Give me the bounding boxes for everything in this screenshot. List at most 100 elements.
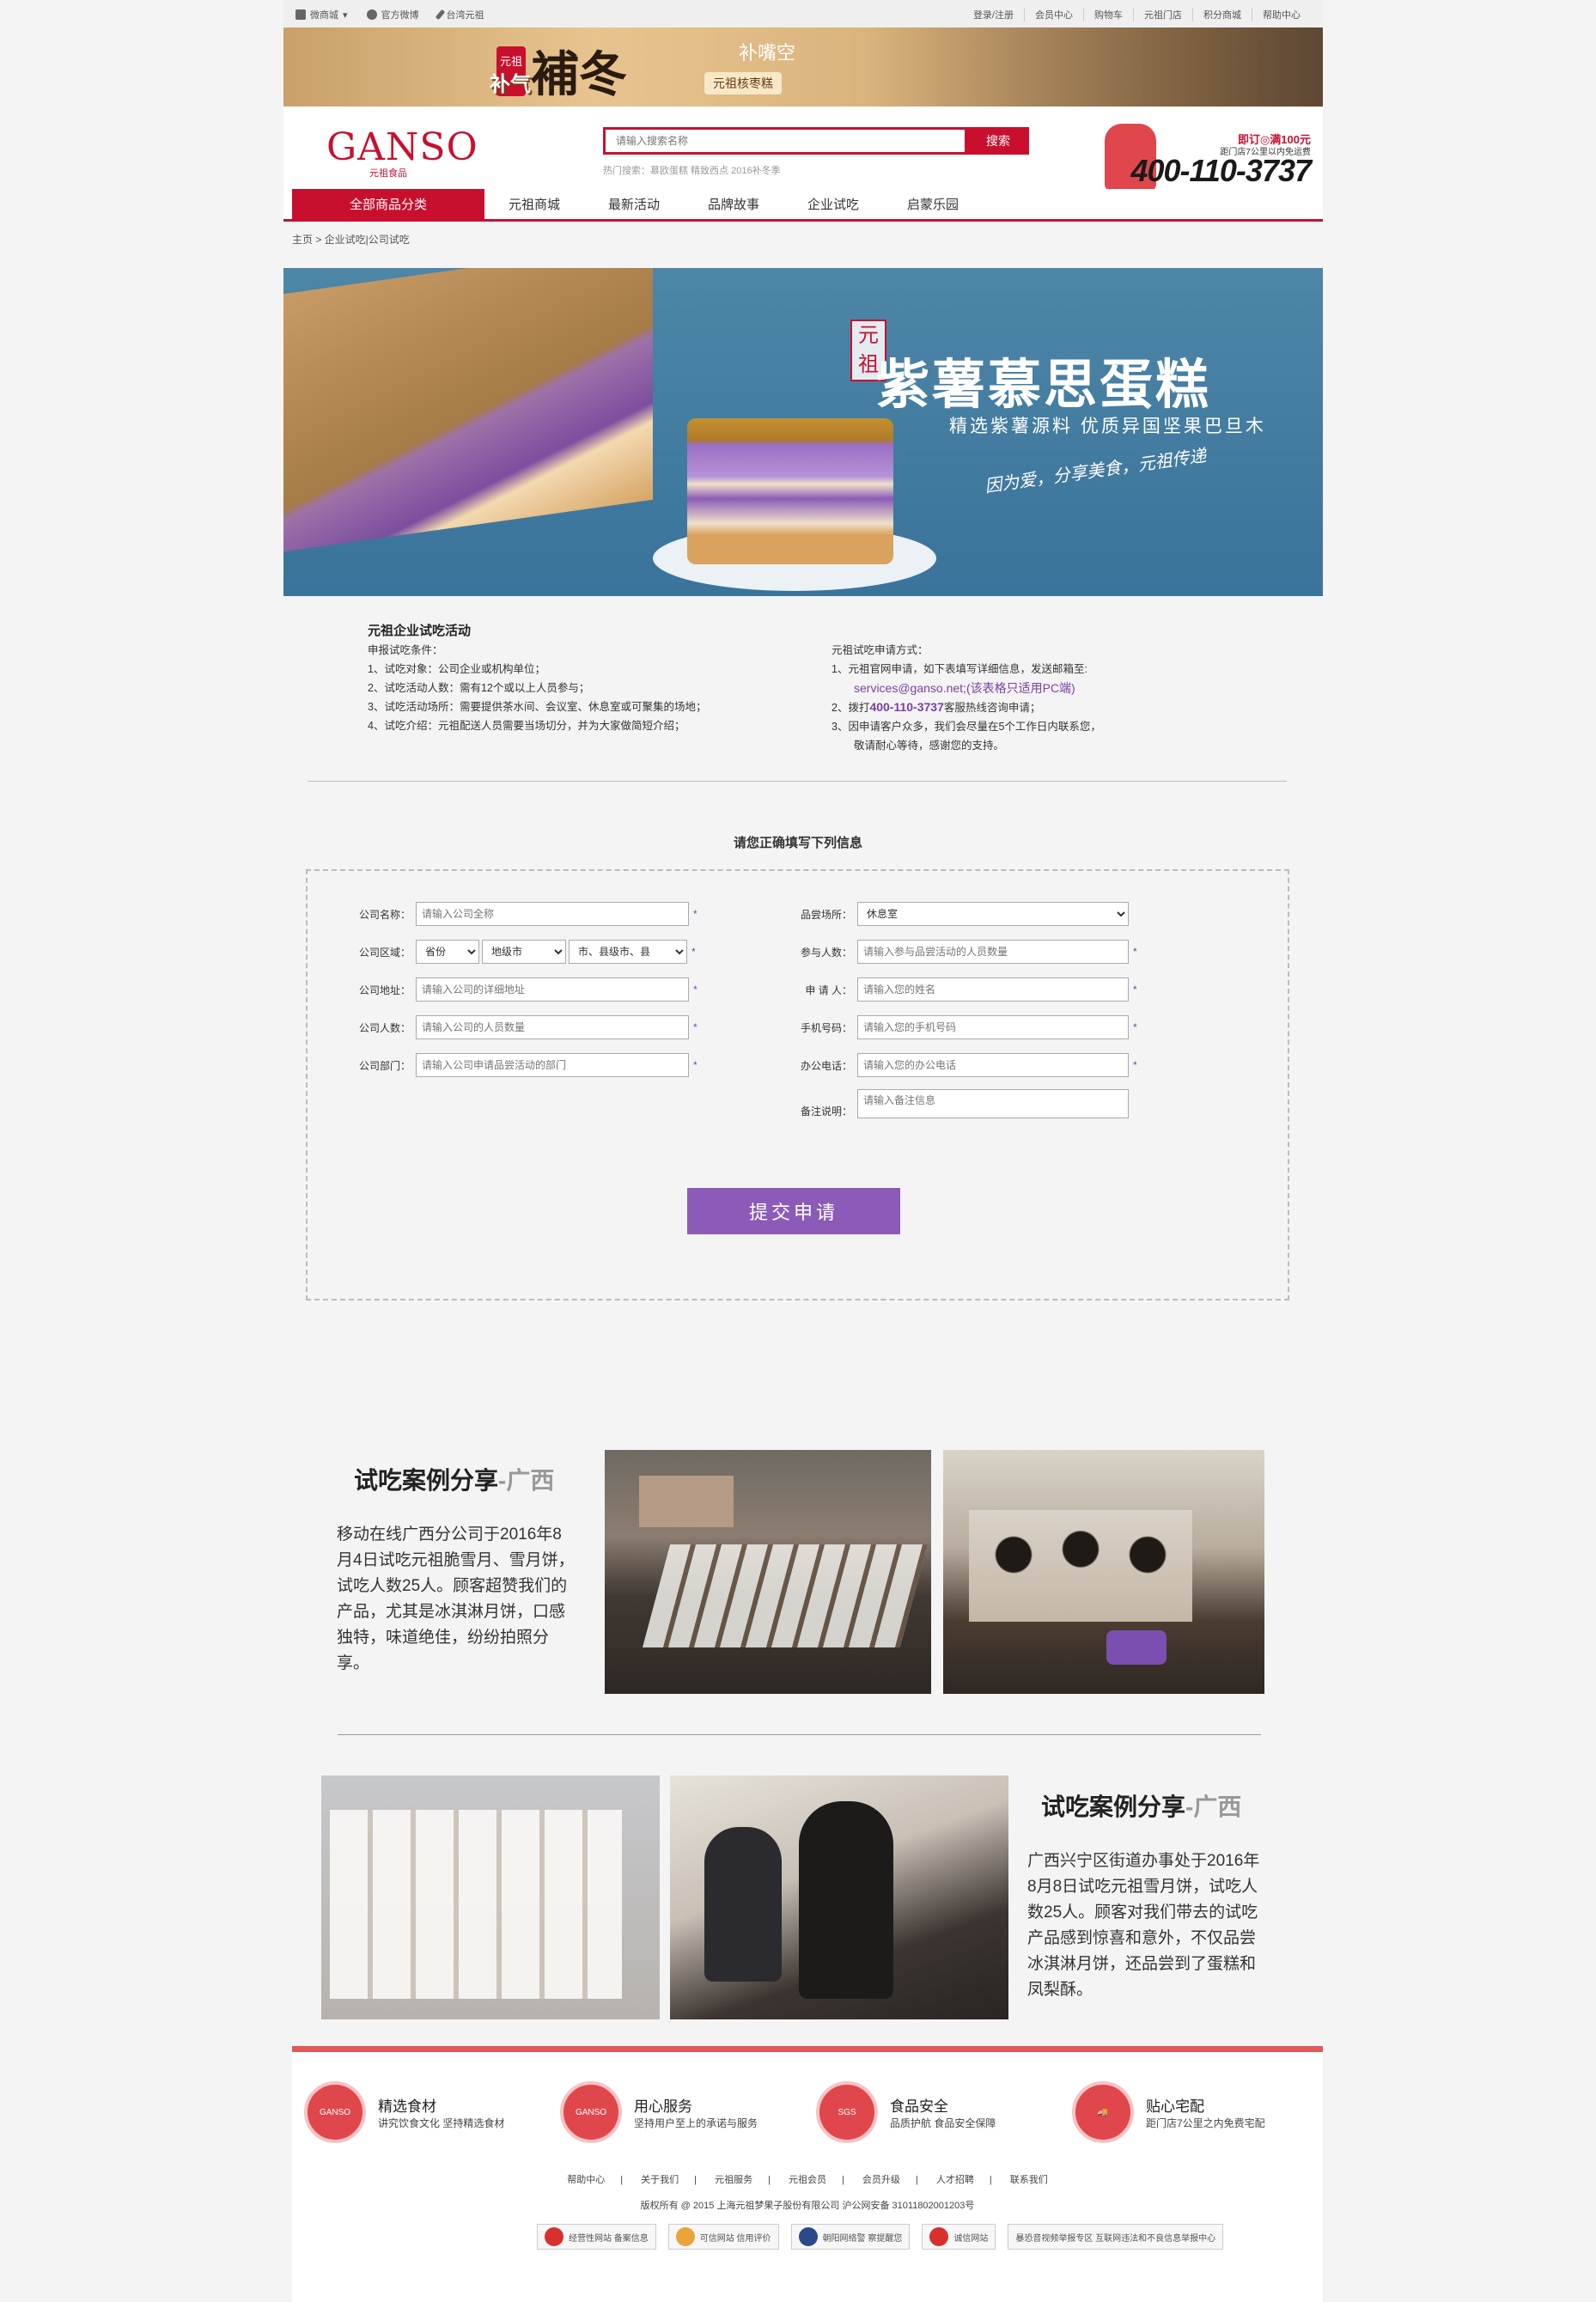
search-input[interactable] — [603, 127, 967, 155]
badge-report[interactable]: 暴恐音视频举报专区 互联网违法和不良信息举报中心 — [1008, 2224, 1224, 2250]
address-input[interactable] — [416, 977, 689, 1002]
ganso-logo[interactable]: GANSO 元祖食品 — [326, 125, 478, 180]
search-bar: 搜索 — [603, 127, 1029, 155]
link-cart[interactable]: 购物车 — [1083, 8, 1133, 21]
promo-tag: 元祖核枣糕 — [704, 72, 782, 94]
footer-link-member[interactable]: 元祖会员 — [781, 2175, 834, 2185]
sgs-icon: SGS — [816, 2081, 878, 2143]
divider — [308, 781, 1287, 782]
hotline-banner: 即订◎满100元 距门店7公里以内免运费 400-110-3737 — [1105, 115, 1312, 201]
promo-banner[interactable]: 元祖 补气補冬 补嘴空 元祖核枣糕 — [283, 27, 1323, 107]
cake-slice-image — [283, 268, 653, 552]
feather-icon — [435, 9, 445, 21]
trust-badges: 经营性网站 备案信息 可信网站 信用评价 朝阳网络警 察提醒您 诚信网站 暴恐音… — [537, 2224, 1224, 2250]
row-dept: 公司部门： * — [349, 1053, 697, 1077]
integrity-icon — [929, 2227, 949, 2246]
nav-mall[interactable]: 元祖商城 — [484, 189, 584, 222]
topbar-wechat-mall[interactable]: 微商城 ▾ — [295, 8, 348, 21]
info-title: 元祖企业试吃活动 — [368, 624, 472, 638]
hero-slogan: 因为爱，分享美食，元祖传递 — [984, 446, 1208, 496]
footer: GANSO 精选食材 讲究饮食文化 坚持精选食材 GANSO 用心服务 坚持用户至上… — [292, 2046, 1323, 2302]
shield-icon — [545, 2227, 563, 2246]
venue-select[interactable]: 休息室 — [857, 902, 1129, 926]
copyright: 版权所有 @ 2015 上海元祖梦果子股份有限公司 沪公网安备 31011802… — [640, 2201, 975, 2211]
remark-textarea[interactable] — [857, 1089, 1129, 1118]
case-text: 广西兴宁区街道办事处于2016年8月8日试吃元祖雪月饼，试吃人数25人。顾客对我… — [1027, 1852, 1260, 1999]
police-icon — [798, 2227, 818, 2246]
case-title: 试吃案例分享-广西 — [1041, 1793, 1242, 1820]
row-venue: 品尝场所： 休息室 — [790, 902, 1129, 926]
case-study-2: 试吃案例分享-广西 广西兴宁区街道办事处于2016年8月8日试吃元祖雪月饼，试吃… — [1027, 1788, 1268, 2003]
mobile-icon — [295, 9, 306, 20]
service-hotline: 400-110-3737 — [869, 700, 944, 714]
hot-search: 热门搜索：慕欧蛋糕 精致西点 2016补冬季 — [603, 166, 781, 176]
top-bar: 微商城 ▾ 官方微博 台湾元祖 登录/注册 会员中心 购物车 元祖门店 积分商城 … — [283, 0, 1323, 27]
submit-button[interactable]: 提交申请 — [687, 1188, 900, 1234]
province-select[interactable]: 省份 — [416, 940, 479, 964]
hero-banner: 元祖 紫薯慕思蛋糕 精选紫薯源料 优质异国坚果巴旦木 因为爱，分享美食，元祖传递 — [283, 268, 1323, 596]
footer-link-service[interactable]: 元祖服务 — [707, 2175, 760, 2185]
nav-activities[interactable]: 最新活动 — [584, 189, 684, 222]
footer-link-about[interactable]: 关于我们 — [633, 2175, 686, 2185]
footer-link-contact[interactable]: 联系我们 — [1002, 2175, 1056, 2185]
ganso-ingredients-icon: GANSO — [304, 2081, 366, 2143]
chevron-down-icon: ▾ — [343, 9, 348, 21]
main-nav: 全部商品分类 元祖商城 最新活动 品牌故事 企业试吃 启蒙乐园 — [283, 189, 1323, 222]
link-member-center[interactable]: 会员中心 — [1024, 8, 1083, 21]
case-photo-2a — [321, 1775, 660, 2019]
search-button[interactable]: 搜索 — [967, 127, 1029, 155]
mobile-input[interactable] — [857, 1015, 1129, 1039]
topbar-taiwan[interactable]: 台湾元祖 — [435, 8, 484, 21]
city-select[interactable]: 地级市 — [482, 940, 566, 964]
row-people: 公司人数： * — [349, 1015, 697, 1039]
case-text: 移动在线广西分公司于2016年8月4日试吃元祖脆雪月、雪月饼，试吃人数25人。顾… — [337, 1526, 575, 1672]
nav-brand-story[interactable]: 品牌故事 — [684, 189, 783, 222]
county-select[interactable]: 市、县级市、县 — [569, 940, 687, 964]
footer-link-upgrade[interactable]: 会员升级 — [855, 2175, 908, 2185]
badge-icp[interactable]: 经营性网站 备案信息 — [537, 2224, 656, 2250]
hero-title: 紫薯慕思蛋糕 — [876, 353, 1212, 416]
feature-safety: SGS 食品安全 品质护航 食品安全保障 — [816, 2081, 996, 2143]
all-categories-button[interactable]: 全部商品分类 — [292, 189, 484, 222]
divider — [338, 1734, 1261, 1735]
hot-search-terms[interactable]: 慕欧蛋糕 精致西点 2016补冬季 — [650, 166, 781, 176]
hotline-number: 400-110-3737 — [1130, 153, 1312, 188]
link-stores[interactable]: 元祖门店 — [1133, 8, 1192, 21]
link-help[interactable]: 帮助中心 — [1252, 8, 1311, 21]
row-remark: 备注说明： — [790, 1089, 1129, 1118]
case-title: 试吃案例分享-广西 — [354, 1467, 555, 1494]
company-name-input[interactable] — [416, 902, 689, 926]
row-address: 公司地址： * — [349, 977, 697, 1002]
link-login[interactable]: 登录/注册 — [963, 8, 1024, 21]
promo-text: 补气補冬 — [490, 46, 627, 103]
feature-delivery: 🚚 贴心宅配 距门店7公里之内免费宅配 — [1072, 2081, 1265, 2143]
footer-link-help[interactable]: 帮助中心 — [559, 2175, 612, 2185]
row-joiners: 参与人数： * — [790, 940, 1137, 964]
badge-integrity[interactable]: 诚信网站 — [922, 2224, 996, 2250]
participants-input[interactable] — [857, 940, 1129, 964]
row-mobile: 手机号码： * — [790, 1015, 1137, 1039]
service-email[interactable]: services@ganso.net;(该表格只适用PC端) — [832, 679, 1261, 697]
breadcrumb[interactable]: 主页 > 企业试吃|公司试吃 — [292, 232, 1331, 247]
heart-icon: GANSO — [560, 2081, 622, 2143]
topbar-weibo[interactable]: 官方微博 — [366, 8, 419, 21]
office-phone-input[interactable] — [857, 1053, 1129, 1077]
applicant-name-input[interactable] — [857, 977, 1129, 1002]
apply-form: 公司名称： * 公司区域： 省份 地级市 市、县级市、县 * 公司地址： * 公… — [306, 869, 1289, 1300]
row-applicant: 申 请 人： * — [790, 977, 1137, 1002]
row-region: 公司区域： 省份 地级市 市、县级市、县 * — [349, 940, 696, 964]
badge-trusted[interactable]: 可信网站 信用评价 — [667, 2224, 779, 2250]
hero-subtitle: 精选紫薯源料 优质异国坚果巴旦木 — [949, 417, 1266, 436]
department-input[interactable] — [416, 1053, 689, 1077]
nav-corporate-tasting[interactable]: 企业试吃 — [783, 189, 883, 222]
footer-link-jobs[interactable]: 人才招聘 — [929, 2175, 982, 2185]
case-study-1: 试吃案例分享-广西 移动在线广西分公司于2016年8月4日试吃元祖脆雪月、雪月饼… — [337, 1462, 577, 1677]
trust-icon — [675, 2227, 695, 2246]
company-size-input[interactable] — [416, 1015, 689, 1039]
weibo-icon — [366, 9, 377, 20]
cake-piece-image — [687, 418, 893, 564]
link-points-mall[interactable]: 积分商城 — [1192, 8, 1252, 21]
apply-methods: 元祖试吃申请方式： 1、元祖官网申请，如下表填写详细信息，发送邮箱至: serv… — [832, 641, 1261, 755]
badge-police[interactable]: 朝阳网络警 察提醒您 — [790, 2224, 911, 2250]
nav-kids-park[interactable]: 启蒙乐园 — [883, 189, 983, 222]
